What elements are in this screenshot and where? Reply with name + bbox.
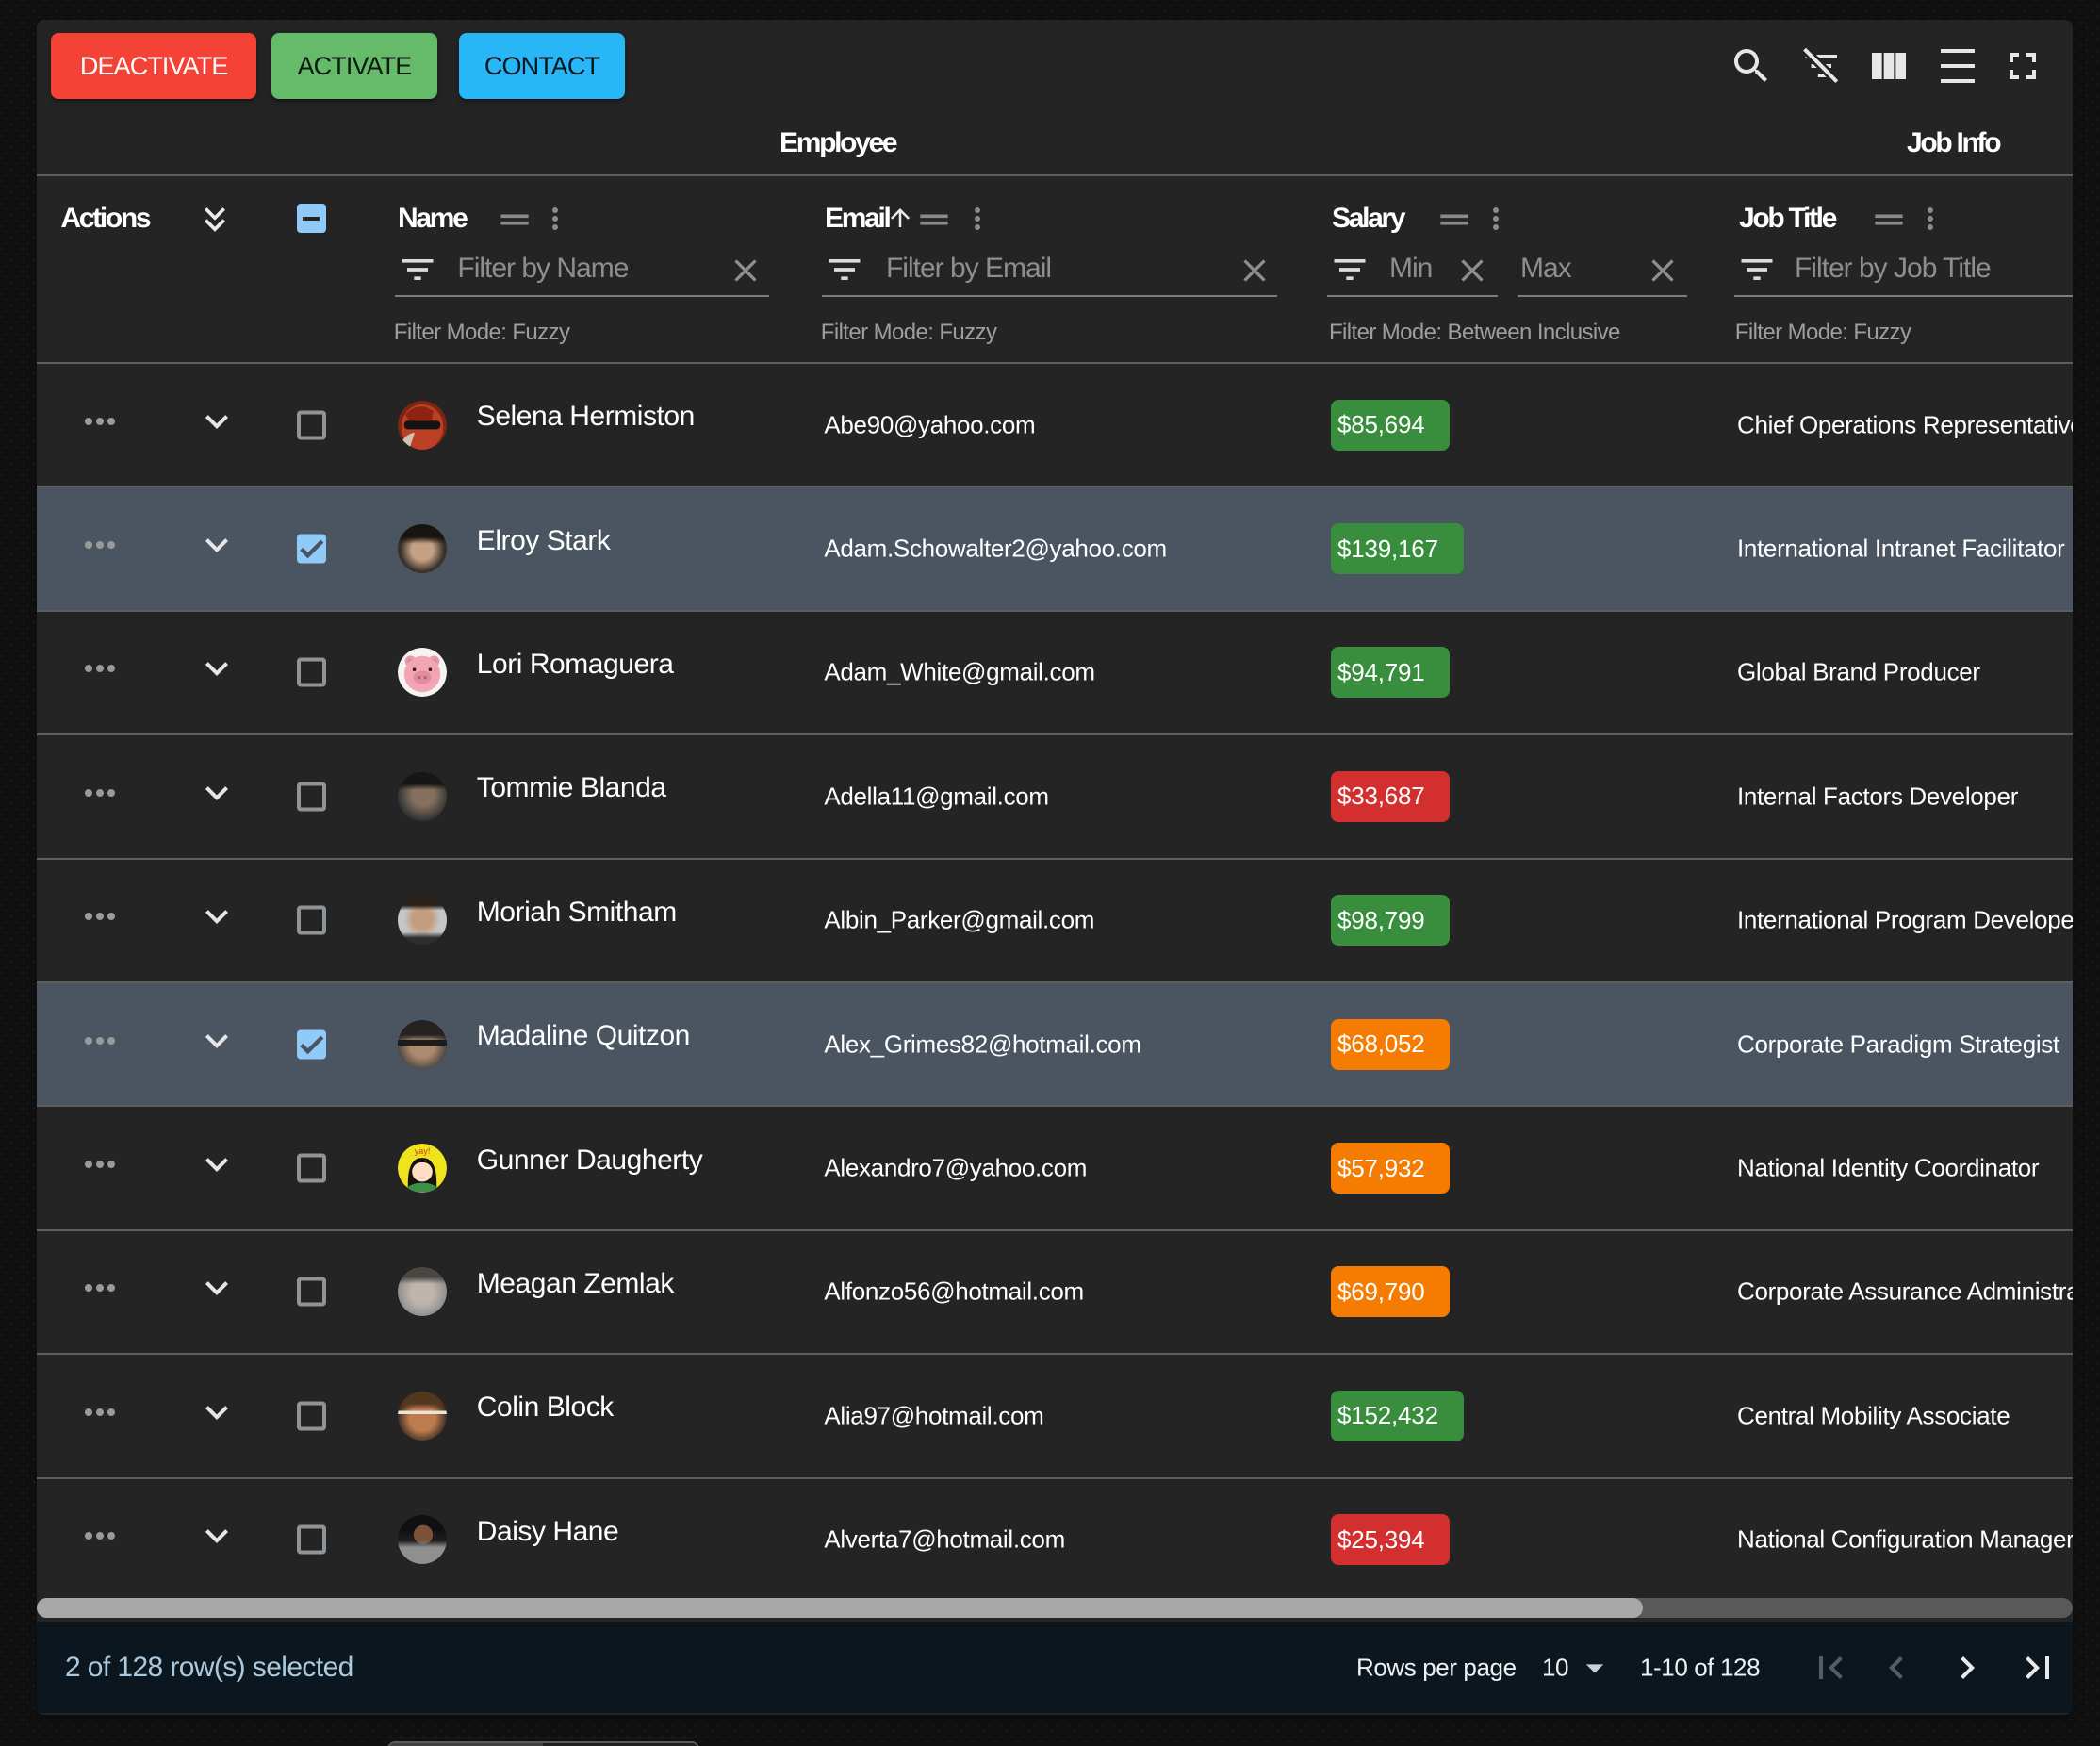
svg-text:yay!: yay! <box>415 1146 431 1156</box>
